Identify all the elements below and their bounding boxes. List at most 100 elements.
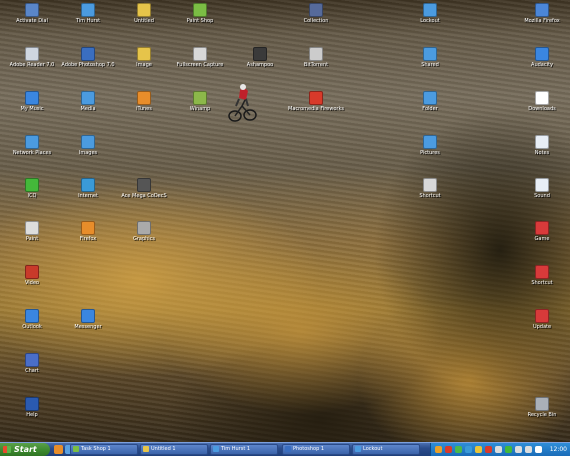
desktop-shortcut[interactable]: ICQ bbox=[0, 178, 64, 212]
desktop-shortcut[interactable]: Paint bbox=[0, 221, 64, 255]
desktop-shortcut[interactable]: Tim Hurst bbox=[56, 3, 120, 37]
desktop-shortcut-label: Pictures bbox=[420, 150, 440, 156]
taskbar-button[interactable]: Lockout bbox=[352, 444, 420, 455]
desktop-shortcut-label: Images bbox=[78, 150, 98, 156]
desktop-shortcut[interactable]: iTunes bbox=[112, 91, 176, 125]
itunes-icon bbox=[137, 91, 151, 105]
firefox-icon[interactable] bbox=[54, 445, 63, 454]
desktop-shortcut[interactable]: Image bbox=[112, 47, 176, 81]
fireworks-icon bbox=[309, 91, 323, 105]
system-tray: 12:00 bbox=[430, 443, 570, 456]
desktop-shortcut[interactable]: Ashampoo bbox=[228, 47, 292, 81]
desktop-shortcut[interactable]: Messenger bbox=[56, 309, 120, 343]
desktop-shortcut[interactable]: Lockout bbox=[398, 3, 462, 37]
desktop-shortcut-label: Shortcut bbox=[531, 280, 553, 286]
desktop-shortcut[interactable]: Macromedia Fireworks bbox=[284, 91, 348, 125]
desktop-shortcut[interactable]: Collection bbox=[284, 3, 348, 37]
music-icon bbox=[25, 91, 39, 105]
network-icon bbox=[25, 135, 39, 149]
window-icon bbox=[143, 446, 149, 452]
taskbar-button[interactable]: Photoshop 1 bbox=[282, 444, 350, 455]
desktop-shortcut[interactable]: BitTorrent bbox=[284, 47, 348, 81]
desktop-shortcut[interactable]: Audacity bbox=[510, 47, 570, 81]
user-icon bbox=[81, 3, 95, 17]
desktop-shortcut[interactable]: Network Places bbox=[0, 135, 64, 169]
taskbar-button[interactable]: Task Shop 1 bbox=[70, 444, 138, 455]
desktop-shortcut-label: Outlook bbox=[22, 324, 42, 330]
folder-icon bbox=[423, 91, 437, 105]
desktop-shortcut-label: Adobe Reader 7.0 bbox=[9, 62, 55, 68]
desktop-shortcut[interactable]: Firefox bbox=[56, 221, 120, 255]
chat-icon[interactable] bbox=[535, 446, 542, 453]
album-icon bbox=[309, 3, 323, 17]
window-icon bbox=[285, 446, 291, 452]
desktop-shortcut-label: Tim Hurst bbox=[75, 18, 101, 24]
paint-icon bbox=[25, 221, 39, 235]
security-icon[interactable] bbox=[445, 446, 452, 453]
desktop-shortcut[interactable]: Update bbox=[510, 309, 570, 343]
desktop-shortcut[interactable]: Ace Mega CoDecS bbox=[112, 178, 176, 212]
desktop-shortcut[interactable]: Folder bbox=[398, 91, 462, 125]
desktop-shortcut[interactable]: Adobe Photoshop 7.0 bbox=[56, 47, 120, 81]
desktop-shortcut-label: Internet bbox=[78, 193, 98, 199]
taskbar-button[interactable]: Tim Hurst 1 bbox=[210, 444, 278, 455]
desktop-shortcut[interactable]: Internet bbox=[56, 178, 120, 212]
desktop-shortcut-label: Activate Dial bbox=[16, 18, 48, 24]
antivirus-icon[interactable] bbox=[485, 446, 492, 453]
desktop-shortcut[interactable]: Activate Dial bbox=[0, 3, 64, 37]
desktop-shortcut[interactable]: Graphics bbox=[112, 221, 176, 255]
desktop-shortcut[interactable]: Shortcut bbox=[510, 265, 570, 299]
desktop-shortcut-label: Game bbox=[534, 236, 550, 242]
desktop-shortcut[interactable]: Images bbox=[56, 135, 120, 169]
desktop[interactable]: Activate Dial Tim Hurst Untitled Paint Shop… bbox=[0, 0, 570, 442]
desktop-shortcut[interactable]: Fullscreen Capture bbox=[168, 47, 232, 81]
desktop-shortcut[interactable]: Shared bbox=[398, 47, 462, 81]
folder-icon bbox=[25, 3, 39, 17]
window-icon bbox=[73, 446, 79, 452]
update-icon[interactable] bbox=[475, 446, 482, 453]
firefox-icon bbox=[81, 221, 95, 235]
desktop-shortcut[interactable]: Untitled bbox=[112, 3, 176, 37]
desktop-shortcut[interactable]: Help bbox=[0, 397, 64, 431]
desktop-shortcut[interactable]: Notes bbox=[510, 135, 570, 169]
usb-icon[interactable] bbox=[525, 446, 532, 453]
desktop-shortcut-label: Shortcut bbox=[419, 193, 441, 199]
display-icon[interactable] bbox=[515, 446, 522, 453]
desktop-shortcut[interactable]: Recycle Bin bbox=[510, 397, 570, 431]
desktop-shortcut[interactable]: Game bbox=[510, 221, 570, 255]
desktop-shortcut[interactable]: Winamp bbox=[168, 91, 232, 125]
start-button[interactable]: Start bbox=[0, 443, 50, 456]
document-icon bbox=[535, 178, 549, 192]
desktop-shortcut[interactable]: Media bbox=[56, 91, 120, 125]
help-icon bbox=[25, 397, 39, 411]
network-icon[interactable] bbox=[465, 446, 472, 453]
desktop-shortcut-label: ICQ bbox=[27, 193, 37, 199]
desktop-shortcut[interactable]: Adobe Reader 7.0 bbox=[0, 47, 64, 81]
desktop-shortcut-label: Paint Shop bbox=[186, 18, 214, 24]
power-icon[interactable] bbox=[505, 446, 512, 453]
audio-icon bbox=[535, 47, 549, 61]
document-icon bbox=[137, 3, 151, 17]
desktop-shortcut-label: Graphics bbox=[132, 236, 156, 242]
photoshop-icon bbox=[81, 47, 95, 61]
desktop-shortcut[interactable]: Sound bbox=[510, 178, 570, 212]
desktop-shortcut-label: Image bbox=[136, 62, 152, 68]
windows-flag-icon bbox=[3, 446, 11, 453]
desktop-shortcut[interactable]: Pictures bbox=[398, 135, 462, 169]
taskbar-button[interactable]: Untitled 1 bbox=[140, 444, 208, 455]
desktop-shortcut[interactable]: Mozilla Firefox bbox=[510, 3, 570, 37]
desktop-shortcut[interactable]: My Music bbox=[0, 91, 64, 125]
desktop-shortcut-label: Paint bbox=[25, 236, 39, 242]
folder-icon bbox=[423, 3, 437, 17]
desktop-shortcut[interactable]: Paint Shop bbox=[168, 3, 232, 37]
messenger-icon[interactable] bbox=[455, 446, 462, 453]
desktop-shortcut[interactable]: Video bbox=[0, 265, 64, 299]
clock[interactable]: 12:00 bbox=[550, 443, 567, 456]
desktop-shortcut[interactable]: Downloads bbox=[510, 91, 570, 125]
volume-icon[interactable] bbox=[495, 446, 502, 453]
desktop-shortcut[interactable]: Shortcut bbox=[398, 178, 462, 212]
sound-icon[interactable] bbox=[435, 446, 442, 453]
desktop-shortcut[interactable]: Chart bbox=[0, 353, 64, 387]
desktop-shortcut[interactable]: Outlook bbox=[0, 309, 64, 343]
video-icon bbox=[25, 265, 39, 279]
